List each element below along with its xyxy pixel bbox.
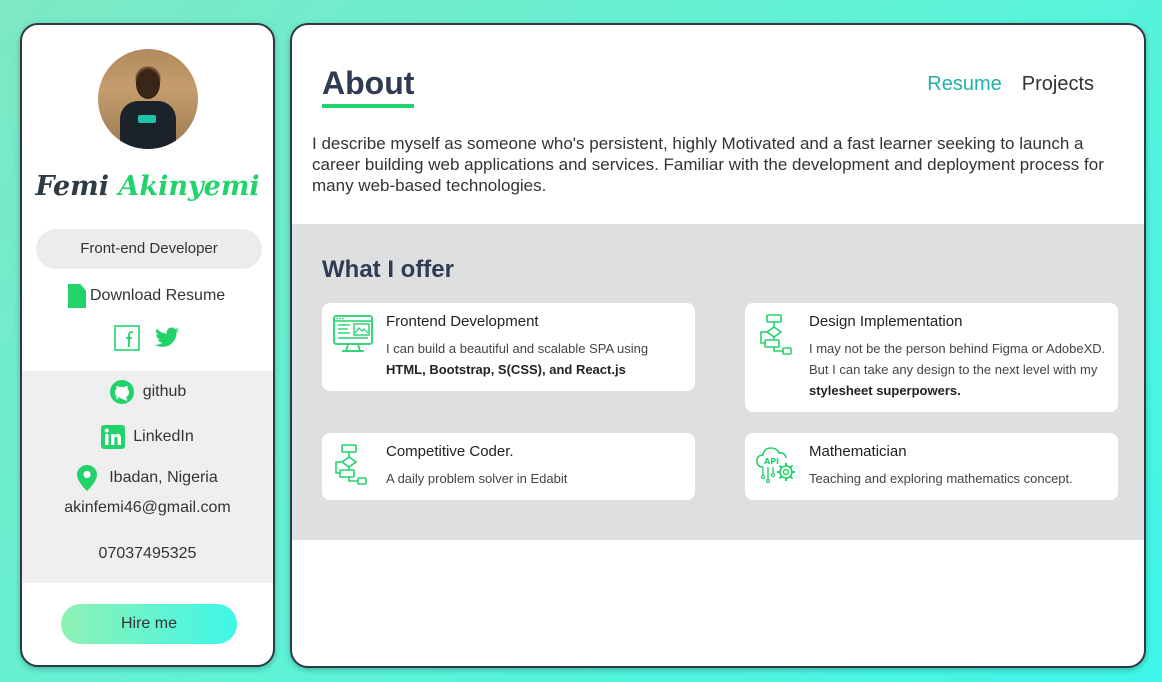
twitter-link[interactable] xyxy=(154,325,180,351)
github-label: github xyxy=(142,383,187,400)
monitor-code-icon xyxy=(333,315,373,352)
offer-card-desc: I may not be the person behind Figma or … xyxy=(809,341,1106,398)
top-nav: Resume Projects xyxy=(927,73,1094,96)
download-resume-label: Download Resume xyxy=(90,287,226,304)
offer-card-math: API Mathematician Teaching and exploring… xyxy=(745,433,1118,500)
offer-card-desc: Teaching and exploring mathematics conce… xyxy=(809,471,1073,486)
avatar xyxy=(98,49,198,149)
twitter-icon xyxy=(155,327,179,347)
about-intro: I describe myself as someone who's persi… xyxy=(312,134,1104,195)
offer-card-title: Frontend Development xyxy=(386,313,539,330)
first-name: Femi xyxy=(35,171,110,202)
phone: 07037495325 xyxy=(22,545,273,563)
download-resume-link[interactable]: Download Resume xyxy=(68,283,225,309)
profile-sidebar: Femi Akinyemi Front-end Developer Downlo… xyxy=(20,23,275,667)
offer-section: What I offer Frontend Development I can … xyxy=(292,224,1144,540)
flowchart-icon xyxy=(335,444,367,485)
contact-section: github LinkedIn Ibadan, Nigeria akinfemi… xyxy=(22,371,273,583)
page-title: About xyxy=(322,65,415,108)
offer-card-frontend: Frontend Development I can build a beaut… xyxy=(322,303,695,391)
location-pin-icon xyxy=(77,465,98,491)
last-name: Akinyemi xyxy=(118,171,260,202)
offer-card-title: Design Implementation xyxy=(809,313,963,330)
main-panel: About Resume Projects I describe myself … xyxy=(290,23,1146,668)
offer-card-title: Mathematician xyxy=(809,443,907,460)
offer-card-design: Design Implementation I may not be the p… xyxy=(745,303,1118,412)
location-label: Ibadan, Nigeria xyxy=(109,469,218,486)
profile-name: Femi Akinyemi xyxy=(22,171,273,202)
offer-card-desc: I can build a beautiful and scalable SPA… xyxy=(386,341,649,377)
linkedin-icon xyxy=(101,425,126,449)
location: Ibadan, Nigeria xyxy=(22,465,273,491)
social-links xyxy=(114,325,180,351)
facebook-icon xyxy=(114,325,140,351)
linkedin-label: LinkedIn xyxy=(133,428,194,445)
offer-card-desc: A daily problem solver in Edabit xyxy=(386,471,568,486)
email-label: akinfemi46@gmail.com xyxy=(64,499,231,516)
svg-text:API: API xyxy=(764,457,779,466)
flowchart-icon xyxy=(760,314,792,355)
api-gear-icon: API xyxy=(756,447,795,484)
offer-card-coder: Competitive Coder. A daily problem solve… xyxy=(322,433,695,500)
github-link[interactable]: github xyxy=(22,379,273,405)
document-icon xyxy=(68,284,86,308)
phone-label: 07037495325 xyxy=(98,545,197,562)
linkedin-link[interactable]: LinkedIn xyxy=(22,425,273,449)
offer-card-title: Competitive Coder. xyxy=(386,443,514,460)
offer-title: What I offer xyxy=(322,256,454,283)
nav-resume[interactable]: Resume xyxy=(927,73,1001,96)
facebook-link[interactable] xyxy=(114,325,140,351)
hire-me-button[interactable]: Hire me xyxy=(61,604,237,644)
github-icon xyxy=(109,380,134,404)
nav-projects[interactable]: Projects xyxy=(1022,73,1094,96)
email-link[interactable]: akinfemi46@gmail.com xyxy=(22,499,273,517)
role-badge: Front-end Developer xyxy=(36,229,262,269)
